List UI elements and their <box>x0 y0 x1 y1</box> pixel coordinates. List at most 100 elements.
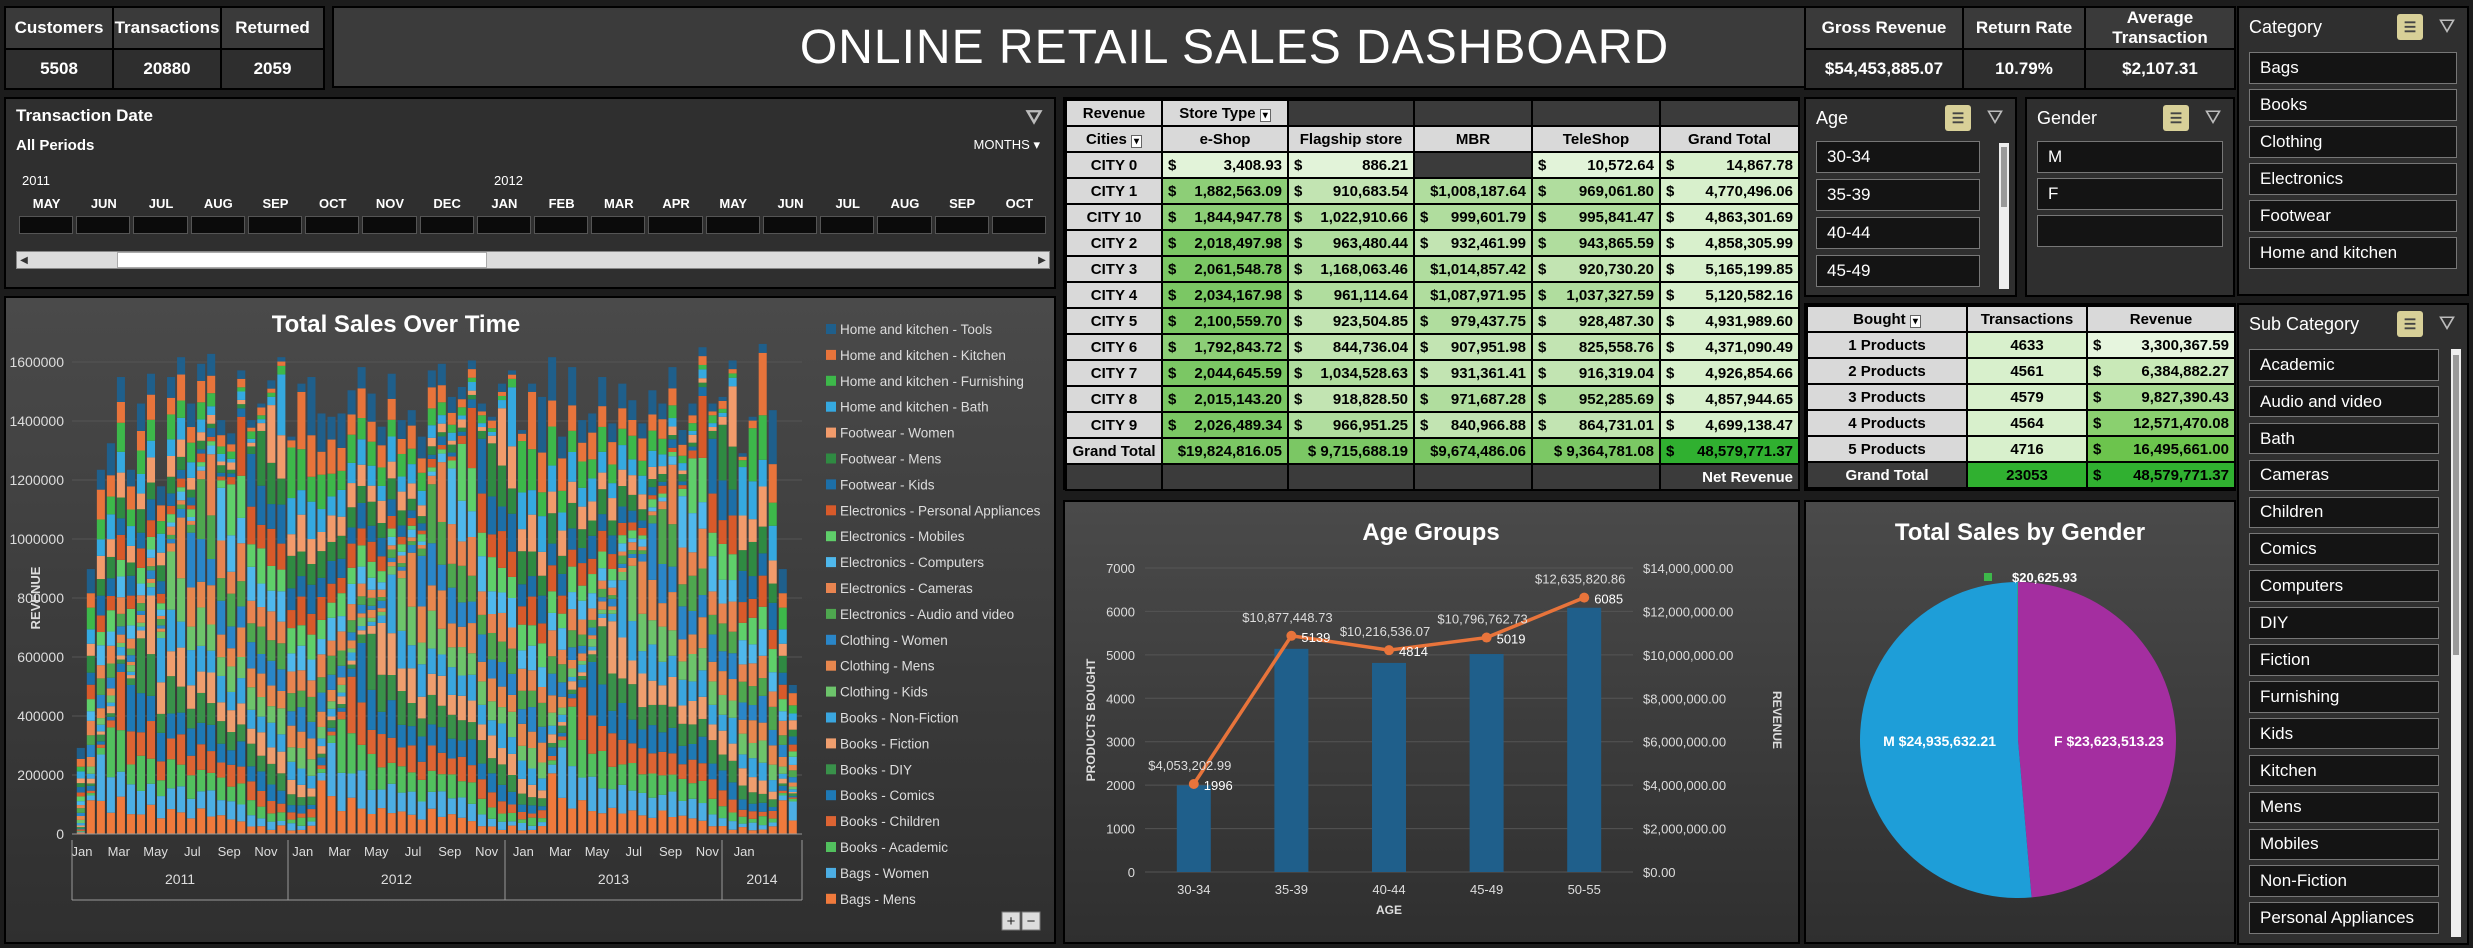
sales-bar-segment <box>698 820 707 834</box>
timeline-month-tile[interactable] <box>419 216 474 234</box>
scrollbar-thumb[interactable] <box>117 252 487 268</box>
sales-bar-segment <box>598 451 607 473</box>
age-item[interactable]: 35-39 <box>1816 179 1980 211</box>
timeline-month-tile[interactable] <box>534 216 589 234</box>
sales-bar-segment <box>457 695 466 721</box>
category-item[interactable]: Books <box>2249 89 2457 121</box>
subcategory-item[interactable]: Mens <box>2249 791 2439 824</box>
scroll-right-icon[interactable]: ▶ <box>1035 252 1049 268</box>
clear-filter-icon[interactable]: ⛛ <box>2201 105 2225 131</box>
sales-bar-segment <box>327 583 336 603</box>
timeline-month-tile[interactable] <box>305 216 360 234</box>
sales-bar-segment <box>548 747 557 756</box>
subcategory-item[interactable]: Fiction <box>2249 644 2439 676</box>
sales-bar-segment <box>407 483 416 499</box>
subcategory-item[interactable]: Bath <box>2249 422 2439 455</box>
sales-bar-segment <box>357 566 366 584</box>
minus-icon: − <box>1027 913 1036 930</box>
age-item[interactable]: 30-34 <box>1816 141 1980 173</box>
store-type-filter[interactable]: Store Type ▾ <box>1161 99 1289 127</box>
subcategory-item[interactable]: Personal Appliances <box>2249 902 2439 934</box>
subcategory-item[interactable]: DIY <box>2249 607 2439 639</box>
timeline-month-tile[interactable] <box>991 216 1046 234</box>
gender-item[interactable]: M <box>2037 141 2223 173</box>
subcategory-scrollbar[interactable] <box>2451 349 2461 937</box>
multi-select-icon[interactable]: ☰ <box>1945 105 1971 131</box>
sales-bar-segment <box>427 673 436 695</box>
timeline-month-tile[interactable] <box>705 216 760 234</box>
gender-item[interactable] <box>2037 215 2223 247</box>
sales-bar-segment <box>528 731 537 749</box>
sales-bar-segment <box>337 631 346 651</box>
timeline-month-tile[interactable] <box>362 216 417 234</box>
age-scrollbar[interactable] <box>1999 143 2009 289</box>
subcategory-item[interactable]: Kids <box>2249 717 2439 750</box>
timeline-month-tile[interactable] <box>648 216 703 234</box>
timeline-month-tile[interactable] <box>190 216 245 234</box>
timeline-month-tile[interactable] <box>19 216 74 234</box>
subcategory-item[interactable]: Computers <box>2249 570 2439 602</box>
timeline-scrollbar[interactable]: ◀ ▶ <box>16 251 1050 269</box>
sales-bar-segment <box>337 704 346 708</box>
collapse-button[interactable]: − <box>1021 911 1041 931</box>
pivot-cell: $2,015,143.20 <box>1161 385 1289 413</box>
subcategory-item[interactable]: Non-Fiction <box>2249 865 2439 897</box>
timeline-month-tile[interactable] <box>934 216 989 234</box>
multi-select-icon[interactable]: ☰ <box>2163 105 2189 131</box>
timeline-month-tile[interactable] <box>877 216 932 234</box>
multi-select-icon[interactable]: ☰ <box>2397 14 2423 40</box>
timeline-month-tile[interactable] <box>820 216 875 234</box>
clear-filter-icon[interactable]: ⛛ <box>2435 311 2459 337</box>
category-item[interactable]: Home and kitchen <box>2249 237 2457 269</box>
currency-symbol: $ <box>1294 312 1303 330</box>
timeline-months[interactable]: MAY JUN JUL AUG SEP OCT NOV DEC JAN FEB MAR APR MAY J… <box>18 196 1048 238</box>
subcategory-item[interactable]: Kitchen <box>2249 754 2439 787</box>
sales-bar-segment <box>648 620 657 645</box>
subcategory-item[interactable]: Academic <box>2249 349 2439 381</box>
x-month-label: Sep <box>218 844 241 859</box>
sales-bar-segment <box>718 806 727 819</box>
subcategory-item[interactable]: Children <box>2249 496 2439 529</box>
sales-bar-segment <box>167 476 176 494</box>
sales-bar-segment <box>347 797 356 834</box>
timeline-month-tile[interactable] <box>762 216 818 234</box>
subcategory-item[interactable]: Furnishing <box>2249 681 2439 713</box>
sales-bar-segment <box>387 700 396 738</box>
subcategory-item[interactable]: Comics <box>2249 533 2439 565</box>
sales-bar-segment <box>427 791 436 809</box>
timeline-month-tile[interactable] <box>476 216 531 234</box>
timeline-level-dropdown[interactable]: MONTHS ▾ <box>974 137 1041 153</box>
sales-bar-segment <box>397 555 406 564</box>
sales-bar-segment <box>788 764 797 771</box>
clear-filter-icon[interactable]: ⛛ <box>2435 14 2459 40</box>
category-item[interactable]: Footwear <box>2249 200 2457 232</box>
category-item[interactable]: Clothing <box>2249 126 2457 158</box>
age-item[interactable]: 40-44 <box>1816 217 1980 249</box>
gender-item[interactable]: F <box>2037 178 2223 210</box>
cities-filter[interactable]: Cities ▾ <box>1065 125 1163 153</box>
clear-filter-icon[interactable]: ⛛ <box>1022 105 1046 131</box>
subcategory-item[interactable]: Cameras <box>2249 459 2439 492</box>
timeline-month-tile[interactable] <box>76 216 131 234</box>
chart-title: Total Sales by Gender <box>1895 519 2145 546</box>
subcategory-item[interactable]: Mobiles <box>2249 828 2439 861</box>
sales-bar-segment <box>357 464 366 486</box>
sales-bar-segment <box>698 502 707 529</box>
timeline-month-tile[interactable] <box>591 216 646 234</box>
sales-bar-segment <box>207 414 216 424</box>
sales-bar-segment <box>548 764 557 774</box>
bought-filter[interactable]: Bought ▾ <box>1806 305 1968 333</box>
age-item[interactable]: 45-49 <box>1816 255 1980 287</box>
sales-bar-segment <box>497 813 506 822</box>
multi-select-icon[interactable]: ☰ <box>2397 311 2423 337</box>
category-item[interactable]: Electronics <box>2249 163 2457 195</box>
clear-filter-icon[interactable]: ⛛ <box>1983 105 2007 131</box>
timeline-month-tile[interactable] <box>247 216 303 234</box>
category-item[interactable]: Bags <box>2249 52 2457 84</box>
timeline-month-tile[interactable] <box>133 216 188 234</box>
expand-button[interactable]: + <box>1001 911 1021 931</box>
sales-bar-segment <box>618 784 627 814</box>
currency-symbol: $ <box>1168 234 1177 252</box>
scroll-left-icon[interactable]: ◀ <box>17 252 31 268</box>
subcategory-item[interactable]: Audio and video <box>2249 385 2439 418</box>
